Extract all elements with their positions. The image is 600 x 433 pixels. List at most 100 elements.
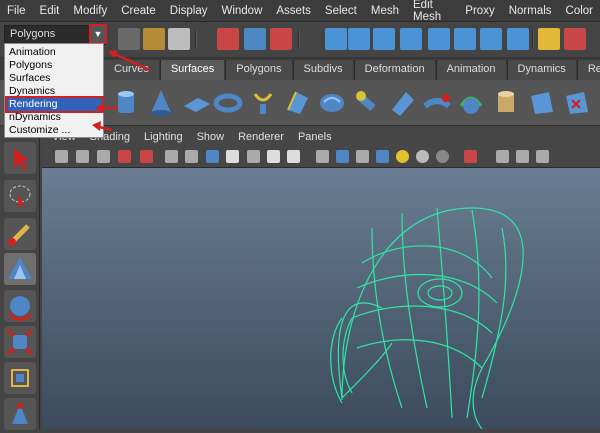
- nurbs-cone-icon[interactable]: [145, 86, 177, 118]
- menu-create[interactable]: Create: [114, 5, 163, 17]
- image-plane-icon[interactable]: [118, 150, 131, 163]
- birail-icon[interactable]: [386, 86, 418, 118]
- share-icon[interactable]: [536, 150, 549, 163]
- wireframe-icon[interactable]: [316, 150, 329, 163]
- surface-mask-icon[interactable]: [454, 28, 476, 50]
- revolve-icon[interactable]: [247, 86, 279, 118]
- rotate-tool-icon[interactable]: [4, 290, 36, 322]
- lasso-tool-icon[interactable]: [4, 180, 36, 212]
- menu-item-customize[interactable]: Customize ...: [7, 124, 102, 137]
- menu-item-surfaces[interactable]: Surfaces: [7, 72, 102, 85]
- gate-mask-icon[interactable]: [206, 150, 219, 163]
- select-by-hierarchy-icon[interactable]: [217, 28, 239, 50]
- menu-mesh[interactable]: Mesh: [364, 5, 406, 17]
- selection-mask-icon[interactable]: [325, 28, 347, 50]
- tab-subdivs[interactable]: Subdivs: [292, 60, 353, 80]
- tab-surfaces[interactable]: Surfaces: [159, 60, 225, 80]
- paint-select-tool-icon[interactable]: [4, 218, 36, 250]
- move-tool-icon[interactable]: [4, 253, 36, 285]
- snap-icon[interactable]: [564, 28, 586, 50]
- menu-modify[interactable]: Modify: [66, 5, 114, 17]
- manipulator-tool-icon[interactable]: [4, 362, 36, 394]
- xray-icon[interactable]: [496, 150, 509, 163]
- menu-edit-mesh[interactable]: Edit Mesh: [406, 0, 458, 23]
- menu-file[interactable]: File: [0, 5, 33, 17]
- menu-window[interactable]: Window: [214, 5, 269, 17]
- menu-select[interactable]: Select: [318, 5, 364, 17]
- uv-mask-icon[interactable]: [428, 28, 450, 50]
- select-by-object-icon[interactable]: [244, 28, 266, 50]
- tab-dynamics[interactable]: Dynamics: [506, 60, 576, 80]
- select-tool-icon[interactable]: [4, 142, 36, 174]
- viewport-menu-renderer[interactable]: Renderer: [238, 131, 284, 143]
- safe-title-icon[interactable]: [267, 150, 280, 163]
- help-icon[interactable]: [507, 28, 529, 50]
- menu-item-polygons[interactable]: Polygons: [7, 59, 102, 72]
- wireframe-on-shaded-icon[interactable]: [356, 150, 369, 163]
- menu-normals[interactable]: Normals: [502, 5, 559, 17]
- face-mask-icon[interactable]: [400, 28, 422, 50]
- camera-attributes-icon[interactable]: [76, 150, 89, 163]
- viewport-menu-show[interactable]: Show: [197, 131, 225, 143]
- film-gate-icon[interactable]: [165, 150, 178, 163]
- rebuild-icon[interactable]: [455, 86, 487, 118]
- vertex-mask-icon[interactable]: [348, 28, 370, 50]
- loft-icon[interactable]: [282, 86, 314, 118]
- new-scene-icon[interactable]: [118, 28, 140, 50]
- textured-icon[interactable]: [376, 150, 389, 163]
- menu-item-dynamics[interactable]: Dynamics: [7, 85, 102, 98]
- menu-edit[interactable]: Edit: [33, 5, 67, 17]
- soft-mod-tool-icon[interactable]: [4, 398, 36, 430]
- ambient-occlusion-icon[interactable]: [436, 150, 449, 163]
- save-icon[interactable]: [168, 28, 190, 50]
- nurbs-plane-icon[interactable]: [180, 86, 212, 118]
- open-folder-icon[interactable]: [143, 28, 165, 50]
- xray-joints-icon[interactable]: [516, 150, 529, 163]
- extrude-icon[interactable]: [351, 86, 383, 118]
- field-chart-icon[interactable]: [226, 150, 239, 163]
- menu-item-animation[interactable]: Animation: [7, 46, 102, 59]
- lights-icon[interactable]: [396, 150, 409, 163]
- select-by-component-icon[interactable]: [270, 28, 292, 50]
- menu-bar: File Edit Modify Create Display Window A…: [0, 0, 600, 23]
- nurbs-cylinder-icon[interactable]: [110, 86, 142, 118]
- planar-icon[interactable]: [316, 86, 348, 118]
- isolate-select-icon[interactable]: [464, 150, 477, 163]
- menu-assets[interactable]: Assets: [269, 5, 318, 17]
- untrim-icon[interactable]: [560, 86, 592, 118]
- text-icon[interactable]: [287, 150, 300, 163]
- trim-icon[interactable]: [525, 86, 557, 118]
- grid-toggle-icon[interactable]: [140, 150, 153, 163]
- menu-proxy[interactable]: Proxy: [458, 5, 501, 17]
- smooth-shade-icon[interactable]: [336, 150, 349, 163]
- mode-selector-arrow-button[interactable]: ▼: [89, 24, 107, 44]
- chevron-down-icon: ▼: [93, 29, 103, 39]
- tab-rendering[interactable]: Rend: [576, 60, 600, 80]
- viewport-menu-panels[interactable]: Panels: [298, 131, 332, 143]
- tab-deformation[interactable]: Deformation: [353, 60, 435, 80]
- tab-animation[interactable]: Animation: [435, 60, 506, 80]
- menu-color[interactable]: Color: [559, 5, 600, 17]
- safe-action-icon[interactable]: [247, 150, 260, 163]
- bevel-icon[interactable]: [421, 86, 453, 118]
- camera-icon[interactable]: [55, 150, 68, 163]
- viewport-menu-lighting[interactable]: Lighting: [144, 131, 183, 143]
- tab-polygons[interactable]: Polygons: [225, 60, 292, 80]
- menu-item-rendering[interactable]: Rendering: [5, 96, 104, 113]
- viewport[interactable]: [42, 168, 600, 430]
- edge-mask-icon[interactable]: [373, 28, 395, 50]
- render-mask-icon[interactable]: [480, 28, 502, 50]
- nurbs-torus-icon[interactable]: [212, 86, 244, 118]
- shadows-icon[interactable]: [416, 150, 429, 163]
- toolbar-separator: [532, 30, 534, 48]
- menu-item-ndynamics[interactable]: nDynamics: [7, 111, 102, 124]
- cylinder-gold-icon[interactable]: [490, 86, 522, 118]
- menu-display[interactable]: Display: [163, 5, 215, 17]
- resolution-gate-icon[interactable]: [185, 150, 198, 163]
- bookmark-icon[interactable]: [97, 150, 110, 163]
- tab-curves[interactable]: Curves: [103, 60, 159, 80]
- scale-tool-icon[interactable]: [4, 326, 36, 358]
- mode-dropdown-menu: Animation Polygons Surfaces Dynamics Ren…: [4, 43, 104, 138]
- lock-icon[interactable]: [538, 28, 560, 50]
- toolbar-separator: [195, 30, 197, 48]
